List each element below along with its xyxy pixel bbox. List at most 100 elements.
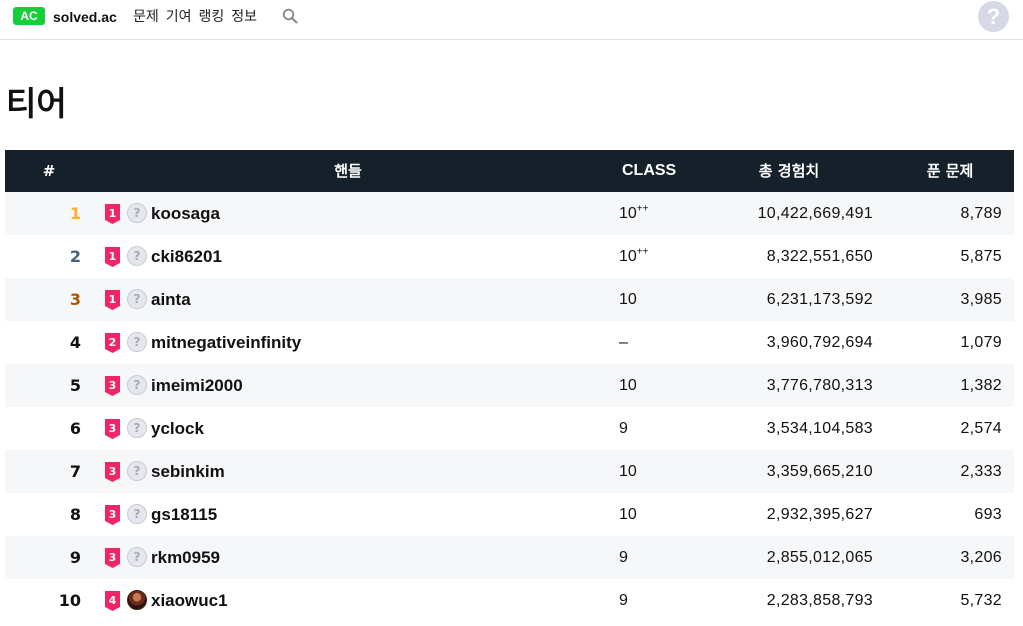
table-body: 1 1? koosaga 10++ 10,422,669,491 8,789 2 1? cki8… bbox=[5, 192, 1014, 622]
avatar: ? bbox=[127, 590, 147, 610]
column-header-handle: 핸들 bbox=[334, 162, 362, 180]
search-icon[interactable] bbox=[282, 8, 298, 24]
rank-number: 6 bbox=[69, 419, 81, 438]
main-nav: 문제 기여 랭킹 정보 bbox=[133, 7, 257, 27]
tier-number: 1 bbox=[109, 207, 117, 220]
class-value: 10 bbox=[619, 364, 637, 407]
avatar: ? bbox=[127, 418, 147, 438]
user-handle-link[interactable]: sebinkim bbox=[151, 450, 225, 493]
nav-problems[interactable]: 문제 bbox=[133, 7, 159, 27]
solved-count: 3,206 bbox=[960, 549, 1002, 566]
avatar: ? bbox=[127, 203, 147, 223]
ruby-tier-icon: 1 bbox=[105, 290, 120, 310]
column-header-exp: 총 경험치 bbox=[758, 162, 820, 180]
tier-ranking-table: # 핸들 CLASS 총 경험치 푼 문제 1 1? koosaga 10++ 10,4… bbox=[5, 150, 1014, 622]
tier-number: 2 bbox=[109, 336, 117, 349]
column-header-class: CLASS bbox=[622, 162, 677, 179]
ruby-tier-icon: 3 bbox=[105, 505, 120, 525]
avatar: ? bbox=[127, 547, 147, 567]
tier-number: 3 bbox=[109, 551, 117, 564]
user-handle-link[interactable]: cki86201 bbox=[151, 235, 222, 278]
table-row: 10 4?xiaowuc1 9 2,283,858,793 5,732 bbox=[5, 579, 1014, 622]
rank-number: 9 bbox=[69, 548, 81, 567]
user-handle-link[interactable]: koosaga bbox=[151, 192, 220, 235]
table-row: 4 2? mitnegativeinfinity – 3,960,792,694 1,07… bbox=[5, 321, 1014, 364]
class-number: 10 bbox=[619, 291, 637, 308]
column-header-solved: 푼 문제 bbox=[926, 162, 974, 180]
rank-number: 2 bbox=[69, 247, 81, 266]
class-number: – bbox=[619, 334, 628, 351]
user-handle-link[interactable]: xiaowuc1 bbox=[151, 579, 228, 622]
rank-number: 4 bbox=[69, 333, 81, 352]
solved-count: 2,333 bbox=[960, 463, 1002, 480]
rank-number: 1 bbox=[69, 204, 81, 223]
top-navigation-bar: AC solved.ac 문제 기여 랭킹 정보 ? bbox=[0, 0, 1023, 40]
rank-number: 3 bbox=[69, 290, 81, 309]
class-value: 9 bbox=[619, 407, 628, 450]
avatar: ? bbox=[127, 332, 147, 352]
class-number: 9 bbox=[619, 549, 628, 566]
avatar: ? bbox=[127, 461, 147, 481]
rank-number: 8 bbox=[69, 505, 81, 524]
avatar: ? bbox=[127, 246, 147, 266]
nav-contribute[interactable]: 기여 bbox=[166, 7, 192, 27]
avatar: ? bbox=[127, 375, 147, 395]
help-icon[interactable]: ? bbox=[978, 1, 1009, 32]
solved-count: 5,732 bbox=[960, 592, 1002, 609]
tier-number: 1 bbox=[109, 293, 117, 306]
avatar: ? bbox=[127, 504, 147, 524]
brand-name[interactable]: solved.ac bbox=[53, 8, 117, 26]
tier-number: 3 bbox=[109, 379, 117, 392]
ac-logo-badge[interactable]: AC bbox=[13, 7, 45, 25]
table-row: 7 3? sebinkim 10 3,359,665,210 2,333 bbox=[5, 450, 1014, 493]
class-number: 10 bbox=[619, 506, 637, 523]
user-handle-link[interactable]: imeimi2000 bbox=[151, 364, 243, 407]
table-row: 8 3? gs18115 10 2,932,395,627 693 bbox=[5, 493, 1014, 536]
solved-count: 1,382 bbox=[960, 377, 1002, 394]
rank-number: 7 bbox=[69, 462, 81, 481]
total-exp: 10,422,669,491 bbox=[757, 205, 873, 222]
user-handle-link[interactable]: yclock bbox=[151, 407, 204, 450]
total-exp: 8,322,551,650 bbox=[766, 248, 873, 265]
class-value: 10 bbox=[619, 450, 637, 493]
total-exp: 2,283,858,793 bbox=[766, 592, 873, 609]
class-number: 10 bbox=[619, 205, 637, 222]
total-exp: 3,534,104,583 bbox=[766, 420, 873, 437]
table-row: 9 3? rkm0959 9 2,855,012,065 3,206 bbox=[5, 536, 1014, 579]
solved-count: 3,985 bbox=[960, 291, 1002, 308]
tier-number: 3 bbox=[109, 508, 117, 521]
class-value: 10++ bbox=[619, 192, 648, 235]
rank-number: 10 bbox=[58, 591, 81, 610]
table-row: 3 1? ainta 10 6,231,173,592 3,985 bbox=[5, 278, 1014, 321]
table-row: 1 1? koosaga 10++ 10,422,669,491 8,789 bbox=[5, 192, 1014, 235]
nav-info[interactable]: 정보 bbox=[231, 7, 257, 27]
table-header: # 핸들 CLASS 총 경험치 푼 문제 bbox=[5, 150, 1014, 192]
ruby-tier-icon: 1 bbox=[105, 204, 120, 224]
class-value: – bbox=[619, 321, 628, 364]
user-handle-link[interactable]: gs18115 bbox=[151, 493, 217, 536]
user-handle-link[interactable]: rkm0959 bbox=[151, 536, 220, 579]
solved-count: 1,079 bbox=[960, 334, 1002, 351]
user-handle-link[interactable]: ainta bbox=[151, 278, 191, 321]
table-row: 5 3? imeimi2000 10 3,776,780,313 1,382 bbox=[5, 364, 1014, 407]
table-row: 2 1? cki86201 10++ 8,322,551,650 5,875 bbox=[5, 235, 1014, 278]
ruby-tier-icon: 3 bbox=[105, 376, 120, 396]
nav-ranking[interactable]: 랭킹 bbox=[199, 7, 225, 27]
user-handle-link[interactable]: mitnegativeinfinity bbox=[151, 321, 301, 364]
ruby-tier-icon: 3 bbox=[105, 462, 120, 482]
page-title: 티어 bbox=[6, 84, 67, 123]
class-suffix: ++ bbox=[636, 246, 649, 258]
total-exp: 2,855,012,065 bbox=[766, 549, 873, 566]
class-number: 10 bbox=[619, 463, 637, 480]
solved-count: 8,789 bbox=[960, 205, 1002, 222]
class-suffix: ++ bbox=[636, 203, 649, 215]
ruby-tier-icon: 1 bbox=[105, 247, 120, 267]
tier-number: 3 bbox=[109, 465, 117, 478]
column-header-rank: # bbox=[42, 162, 56, 180]
solved-count: 5,875 bbox=[960, 248, 1002, 265]
class-value: 9 bbox=[619, 536, 628, 579]
class-number: 10 bbox=[619, 377, 637, 394]
class-value: 10 bbox=[619, 493, 637, 536]
class-number: 9 bbox=[619, 592, 628, 609]
total-exp: 6,231,173,592 bbox=[766, 291, 873, 308]
